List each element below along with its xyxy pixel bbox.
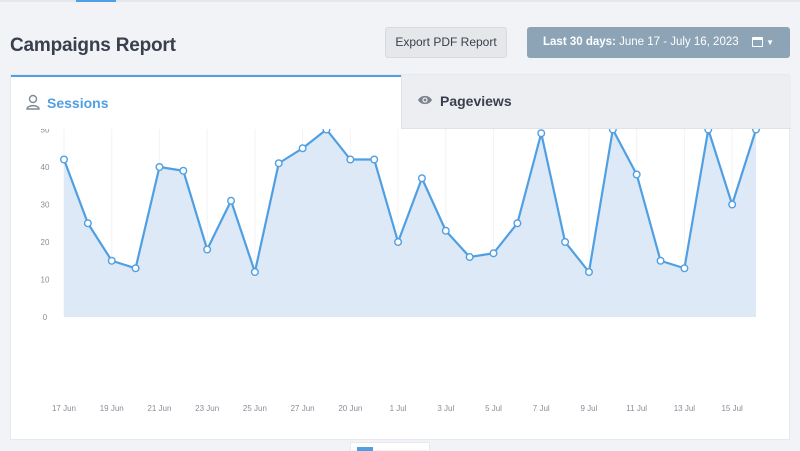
- report-panel: Sessions Pageviews 010203040506017 Jun19…: [10, 74, 791, 441]
- x-tick-label: 27 Jun: [291, 404, 315, 413]
- date-range-prefix: Last 30 days:: [543, 36, 616, 48]
- y-tick-label: 0: [43, 313, 48, 322]
- y-tick-label: 50: [41, 129, 50, 135]
- data-point: [298, 144, 307, 153]
- data-point: [274, 159, 283, 168]
- data-point: [179, 166, 188, 175]
- sessions-chart-svg: 010203040506017 Jun19 Jun21 Jun23 Jun25 …: [41, 129, 760, 413]
- x-tick-label: 5 Jul: [485, 404, 502, 413]
- chevron-down-icon: ▼: [766, 38, 774, 47]
- x-tick-label: 1 Jul: [390, 404, 407, 413]
- data-point: [131, 264, 140, 273]
- y-tick-label: 20: [41, 238, 50, 247]
- data-point: [537, 129, 546, 138]
- data-point: [83, 219, 92, 228]
- data-point: [227, 196, 236, 205]
- tab-pageviews-label: Pageviews: [440, 93, 512, 109]
- data-point: [370, 155, 379, 164]
- x-tick-label: 21 Jun: [147, 404, 171, 413]
- tab-sessions-label: Sessions: [47, 95, 109, 111]
- user-icon: [26, 94, 40, 110]
- y-tick-label: 40: [41, 163, 50, 172]
- report-header: Campaigns Report Export PDF Report Last …: [0, 0, 800, 74]
- x-tick-label: 11 Jul: [626, 404, 647, 413]
- data-point: [584, 267, 593, 276]
- x-tick-label: 19 Jun: [100, 404, 124, 413]
- y-tick-label: 10: [41, 276, 50, 285]
- y-tick-label: 30: [41, 201, 50, 210]
- data-point: [155, 163, 164, 172]
- data-point: [704, 129, 713, 134]
- export-pdf-button[interactable]: Export PDF Report: [385, 27, 507, 58]
- data-point: [465, 252, 474, 261]
- data-point: [728, 200, 737, 209]
- data-point: [322, 129, 331, 134]
- x-tick-label: 9 Jul: [581, 404, 598, 413]
- tab-pageviews[interactable]: Pageviews: [401, 75, 791, 129]
- x-tick-label: 7 Jul: [533, 404, 550, 413]
- legend-swatch: [357, 447, 373, 451]
- x-tick-label: 15 Jul: [721, 404, 743, 413]
- date-dropdown-toggle[interactable]: ▼: [752, 27, 774, 58]
- data-point: [752, 129, 760, 134]
- data-point: [394, 237, 403, 246]
- data-point: [513, 219, 522, 228]
- x-tick-label: 23 Jun: [195, 404, 219, 413]
- data-point: [250, 267, 259, 276]
- date-range-value: June 17 - July 16, 2023: [619, 36, 739, 48]
- data-point: [656, 256, 665, 265]
- series-area: [64, 129, 756, 317]
- data-point: [441, 226, 450, 235]
- x-tick-label: 20 Jun: [338, 404, 362, 413]
- x-tick-label: 25 Jun: [243, 404, 267, 413]
- data-point: [346, 155, 355, 164]
- tab-sessions[interactable]: Sessions: [11, 75, 401, 129]
- data-point: [107, 256, 116, 265]
- sessions-chart: 010203040506017 Jun19 Jun21 Jun23 Jun25 …: [11, 129, 791, 441]
- calendar-icon: [752, 36, 764, 47]
- data-point: [680, 264, 689, 273]
- chart-legend[interactable]: [350, 442, 430, 451]
- data-point: [561, 237, 570, 246]
- data-point: [608, 129, 617, 134]
- data-point: [489, 249, 498, 258]
- data-point: [417, 174, 426, 183]
- page-title: Campaigns Report: [10, 35, 176, 56]
- date-range-button[interactable]: Last 30 days: June 17 - July 16, 2023 ▼: [527, 27, 790, 58]
- data-point: [60, 155, 69, 164]
- data-point: [632, 170, 641, 179]
- eye-icon: [418, 95, 432, 105]
- data-point: [203, 245, 212, 254]
- x-tick-label: 13 Jul: [674, 404, 696, 413]
- x-tick-label: 3 Jul: [437, 404, 454, 413]
- x-tick-label: 17 Jun: [52, 404, 76, 413]
